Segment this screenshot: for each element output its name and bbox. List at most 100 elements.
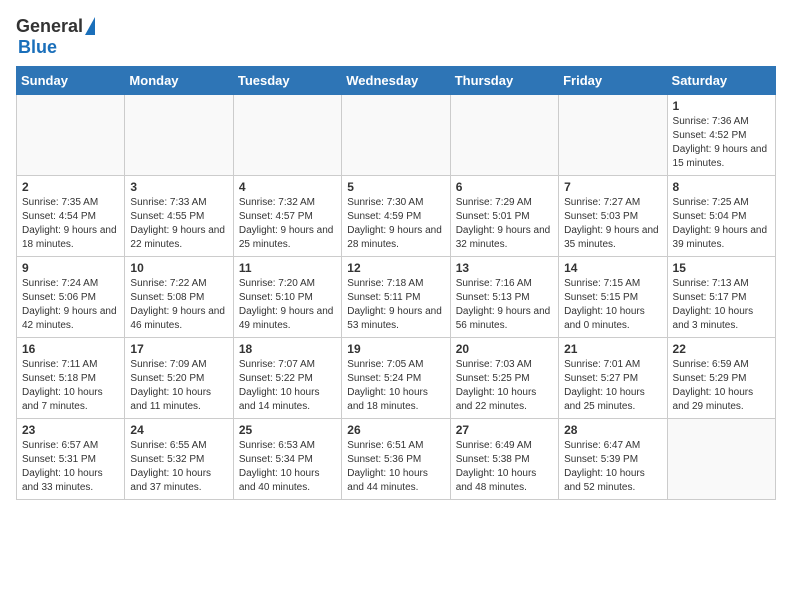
day-info: Sunrise: 7:36 AM Sunset: 4:52 PM Dayligh… bbox=[673, 116, 768, 169]
logo-blue-text: Blue bbox=[18, 37, 57, 58]
day-number: 14 bbox=[564, 261, 661, 275]
calendar-cell: 17Sunrise: 7:09 AM Sunset: 5:20 PM Dayli… bbox=[125, 338, 233, 419]
calendar-cell: 21 Sunrise: 7:01 AM Sunset: 5:27 PM Dayli… bbox=[559, 338, 667, 419]
day-of-week-header: Friday bbox=[559, 67, 667, 95]
day-info: Sunrise: 7:05 AM Sunset: 5:24 PM Dayligh… bbox=[347, 359, 428, 412]
calendar-cell: 6 Sunrise: 7:29 AM Sunset: 5:01 PM Daylig… bbox=[450, 176, 558, 257]
day-info: Sunrise: 7:16 AM Sunset: 5:13 PM Dayligh… bbox=[456, 278, 551, 331]
day-info: Sunrise: 7:18 AM Sunset: 5:11 PM Dayligh… bbox=[347, 278, 442, 331]
calendar-cell: 8 Sunrise: 7:25 AM Sunset: 5:04 PM Daylig… bbox=[667, 176, 775, 257]
day-number: 12 bbox=[347, 261, 444, 275]
day-info: Sunrise: 7:15 AM Sunset: 5:15 PM Dayligh… bbox=[564, 278, 645, 331]
day-number: 11 bbox=[239, 261, 336, 275]
calendar-cell bbox=[125, 95, 233, 176]
calendar-week-row: 2 Sunrise: 7:35 AM Sunset: 4:54 PM Daylig… bbox=[17, 176, 776, 257]
day-of-week-header: Saturday bbox=[667, 67, 775, 95]
calendar-cell: 9 Sunrise: 7:24 AM Sunset: 5:06 PM Daylig… bbox=[17, 257, 125, 338]
day-info: Sunrise: 7:09 AM Sunset: 5:20 PM Dayligh… bbox=[130, 359, 211, 412]
calendar-cell: 3 Sunrise: 7:33 AM Sunset: 4:55 PM Daylig… bbox=[125, 176, 233, 257]
calendar-cell: 25 Sunrise: 6:53 AM Sunset: 5:34 PM Dayli… bbox=[233, 419, 341, 500]
day-number: 26 bbox=[347, 423, 444, 437]
calendar-cell: 19Sunrise: 7:05 AM Sunset: 5:24 PM Dayli… bbox=[342, 338, 450, 419]
day-info: Sunrise: 6:47 AM Sunset: 5:39 PM Dayligh… bbox=[564, 440, 645, 493]
day-info: Sunrise: 7:33 AM Sunset: 4:55 PM Dayligh… bbox=[130, 197, 225, 250]
day-number: 1 bbox=[673, 99, 770, 113]
calendar-cell: 20 Sunrise: 7:03 AM Sunset: 5:25 PM Dayli… bbox=[450, 338, 558, 419]
day-number: 28 bbox=[564, 423, 661, 437]
day-number: 25 bbox=[239, 423, 336, 437]
day-info: Sunrise: 7:01 AM Sunset: 5:27 PM Dayligh… bbox=[564, 359, 645, 412]
day-number: 21 bbox=[564, 342, 661, 356]
calendar-body: 1 Sunrise: 7:36 AM Sunset: 4:52 PM Daylig… bbox=[17, 95, 776, 500]
calendar-cell: 16 Sunrise: 7:11 AM Sunset: 5:18 PM Dayli… bbox=[17, 338, 125, 419]
day-number: 23 bbox=[22, 423, 119, 437]
calendar-cell: 27 Sunrise: 6:49 AM Sunset: 5:38 PM Dayli… bbox=[450, 419, 558, 500]
calendar-cell bbox=[17, 95, 125, 176]
day-number: 6 bbox=[456, 180, 553, 194]
calendar-week-row: 1 Sunrise: 7:36 AM Sunset: 4:52 PM Daylig… bbox=[17, 95, 776, 176]
calendar-week-row: 16 Sunrise: 7:11 AM Sunset: 5:18 PM Dayli… bbox=[17, 338, 776, 419]
logo-triangle-icon bbox=[85, 17, 95, 35]
day-number: 16 bbox=[22, 342, 119, 356]
calendar-cell: 18 Sunrise: 7:07 AM Sunset: 5:22 PM Dayli… bbox=[233, 338, 341, 419]
day-number: 8 bbox=[673, 180, 770, 194]
calendar-cell bbox=[667, 419, 775, 500]
day-of-week-header: Thursday bbox=[450, 67, 558, 95]
calendar-table: SundayMondayTuesdayWednesdayThursdayFrid… bbox=[16, 66, 776, 500]
logo: General Blue bbox=[16, 16, 95, 58]
day-info: Sunrise: 7:22 AM Sunset: 5:08 PM Dayligh… bbox=[130, 278, 225, 331]
day-of-week-header: Sunday bbox=[17, 67, 125, 95]
day-number: 22 bbox=[673, 342, 770, 356]
calendar-cell: 14 Sunrise: 7:15 AM Sunset: 5:15 PM Dayli… bbox=[559, 257, 667, 338]
day-number: 18 bbox=[239, 342, 336, 356]
calendar-cell: 26 Sunrise: 6:51 AM Sunset: 5:36 PM Dayli… bbox=[342, 419, 450, 500]
day-number: 4 bbox=[239, 180, 336, 194]
day-info: Sunrise: 7:11 AM Sunset: 5:18 PM Dayligh… bbox=[22, 359, 103, 412]
day-number: 3 bbox=[130, 180, 227, 194]
calendar-cell: 28 Sunrise: 6:47 AM Sunset: 5:39 PM Dayli… bbox=[559, 419, 667, 500]
calendar-cell: 5Sunrise: 7:30 AM Sunset: 4:59 PM Daylig… bbox=[342, 176, 450, 257]
day-info: Sunrise: 7:03 AM Sunset: 5:25 PM Dayligh… bbox=[456, 359, 537, 412]
calendar-cell: 7Sunrise: 7:27 AM Sunset: 5:03 PM Daylig… bbox=[559, 176, 667, 257]
day-info: Sunrise: 6:53 AM Sunset: 5:34 PM Dayligh… bbox=[239, 440, 320, 493]
calendar-cell: 1 Sunrise: 7:36 AM Sunset: 4:52 PM Daylig… bbox=[667, 95, 775, 176]
calendar-cell bbox=[342, 95, 450, 176]
day-info: Sunrise: 6:51 AM Sunset: 5:36 PM Dayligh… bbox=[347, 440, 428, 493]
calendar-cell: 15 Sunrise: 7:13 AM Sunset: 5:17 PM Dayli… bbox=[667, 257, 775, 338]
calendar-cell: 23Sunrise: 6:57 AM Sunset: 5:31 PM Dayli… bbox=[17, 419, 125, 500]
day-number: 27 bbox=[456, 423, 553, 437]
day-info: Sunrise: 7:29 AM Sunset: 5:01 PM Dayligh… bbox=[456, 197, 551, 250]
day-info: Sunrise: 7:24 AM Sunset: 5:06 PM Dayligh… bbox=[22, 278, 117, 331]
calendar-cell: 11 Sunrise: 7:20 AM Sunset: 5:10 PM Dayli… bbox=[233, 257, 341, 338]
day-info: Sunrise: 7:32 AM Sunset: 4:57 PM Dayligh… bbox=[239, 197, 334, 250]
day-of-week-header: Monday bbox=[125, 67, 233, 95]
day-info: Sunrise: 7:25 AM Sunset: 5:04 PM Dayligh… bbox=[673, 197, 768, 250]
calendar-week-row: 9 Sunrise: 7:24 AM Sunset: 5:06 PM Daylig… bbox=[17, 257, 776, 338]
day-info: Sunrise: 7:35 AM Sunset: 4:54 PM Dayligh… bbox=[22, 197, 117, 250]
calendar-cell: 12 Sunrise: 7:18 AM Sunset: 5:11 PM Dayli… bbox=[342, 257, 450, 338]
day-of-week-header: Tuesday bbox=[233, 67, 341, 95]
calendar-cell: 13 Sunrise: 7:16 AM Sunset: 5:13 PM Dayli… bbox=[450, 257, 558, 338]
day-number: 2 bbox=[22, 180, 119, 194]
day-number: 13 bbox=[456, 261, 553, 275]
day-number: 15 bbox=[673, 261, 770, 275]
day-info: Sunrise: 7:20 AM Sunset: 5:10 PM Dayligh… bbox=[239, 278, 334, 331]
calendar-cell: 24Sunrise: 6:55 AM Sunset: 5:32 PM Dayli… bbox=[125, 419, 233, 500]
day-info: Sunrise: 7:13 AM Sunset: 5:17 PM Dayligh… bbox=[673, 278, 754, 331]
day-number: 10 bbox=[130, 261, 227, 275]
day-number: 20 bbox=[456, 342, 553, 356]
day-info: Sunrise: 7:30 AM Sunset: 4:59 PM Dayligh… bbox=[347, 197, 442, 250]
calendar-cell bbox=[559, 95, 667, 176]
day-info: Sunrise: 6:55 AM Sunset: 5:32 PM Dayligh… bbox=[130, 440, 211, 493]
calendar-cell bbox=[233, 95, 341, 176]
calendar-cell: 2 Sunrise: 7:35 AM Sunset: 4:54 PM Daylig… bbox=[17, 176, 125, 257]
day-number: 7 bbox=[564, 180, 661, 194]
day-info: Sunrise: 6:49 AM Sunset: 5:38 PM Dayligh… bbox=[456, 440, 537, 493]
calendar-header-row: SundayMondayTuesdayWednesdayThursdayFrid… bbox=[17, 67, 776, 95]
day-number: 9 bbox=[22, 261, 119, 275]
day-info: Sunrise: 7:07 AM Sunset: 5:22 PM Dayligh… bbox=[239, 359, 320, 412]
calendar-cell: 22Sunrise: 6:59 AM Sunset: 5:29 PM Dayli… bbox=[667, 338, 775, 419]
day-of-week-header: Wednesday bbox=[342, 67, 450, 95]
calendar-week-row: 23Sunrise: 6:57 AM Sunset: 5:31 PM Dayli… bbox=[17, 419, 776, 500]
logo-general-text: General bbox=[16, 16, 83, 37]
